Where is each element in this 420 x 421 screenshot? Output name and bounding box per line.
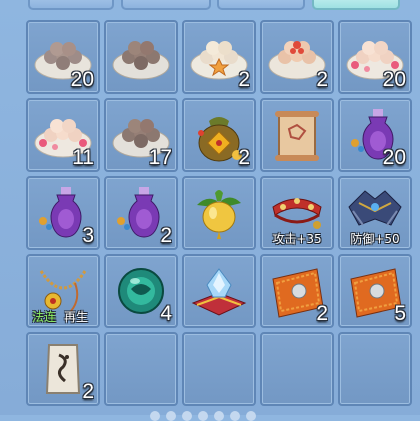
tab-4-active[interactable] bbox=[312, 0, 400, 10]
inventory-slot[interactable]: 20 bbox=[338, 20, 412, 94]
item-count: 20 bbox=[70, 68, 94, 91]
item-count: 2 bbox=[316, 68, 328, 91]
inventory-slot[interactable]: 20 bbox=[26, 20, 100, 94]
inventory-slot[interactable]: 3 bbox=[26, 176, 100, 250]
skill-tag-2: 再生 bbox=[64, 310, 89, 324]
item-count: 2 bbox=[160, 224, 172, 247]
golden-fruit-icon bbox=[197, 190, 241, 239]
inventory-slot[interactable]: 攻击+35 bbox=[260, 176, 334, 250]
page-dot[interactable] bbox=[166, 411, 176, 421]
item-count: 20 bbox=[382, 146, 406, 169]
crystal-cushion-icon bbox=[191, 268, 247, 316]
inventory-slot[interactable] bbox=[104, 20, 178, 94]
ancient-scroll-icon bbox=[275, 111, 319, 161]
item-count: 2 bbox=[82, 380, 94, 403]
inventory-slot[interactable]: 2 bbox=[26, 332, 100, 406]
item-count: 2 bbox=[238, 146, 250, 169]
inventory-slot[interactable] bbox=[182, 254, 256, 328]
inventory-slot[interactable]: 11 bbox=[26, 98, 100, 172]
inventory-slot[interactable]: 防御+50 bbox=[338, 176, 412, 250]
tab-2[interactable] bbox=[121, 0, 211, 10]
tab-3[interactable] bbox=[217, 0, 305, 10]
item-count: 2 bbox=[316, 302, 328, 325]
inventory-slot[interactable]: 4 bbox=[104, 254, 178, 328]
item-count: 4 bbox=[160, 302, 172, 325]
item-count: 2 bbox=[238, 68, 250, 91]
inventory-slot[interactable]: 2 bbox=[260, 254, 334, 328]
inventory-slot[interactable]: 2 bbox=[182, 98, 256, 172]
page-dot[interactable] bbox=[246, 411, 256, 421]
inventory-slot-empty[interactable] bbox=[260, 332, 334, 406]
inventory-slot[interactable]: 5 bbox=[338, 254, 412, 328]
page-dot[interactable] bbox=[182, 411, 192, 421]
inventory-slot[interactable]: 20 bbox=[338, 98, 412, 172]
inventory-slot[interactable] bbox=[182, 176, 256, 250]
inventory-slot[interactable]: 2 bbox=[104, 176, 178, 250]
category-tabs bbox=[0, 0, 420, 14]
item-count: 17 bbox=[148, 146, 172, 169]
page-dot[interactable] bbox=[150, 411, 160, 421]
inventory-slot[interactable]: 法连 再生 bbox=[26, 254, 100, 328]
defense-stat: 防御+50 bbox=[350, 232, 400, 246]
page-indicator bbox=[150, 411, 270, 421]
page-dot[interactable] bbox=[230, 411, 240, 421]
inventory-slot[interactable] bbox=[260, 98, 334, 172]
inventory-slot[interactable]: 2 bbox=[260, 20, 334, 94]
inventory-slot-empty[interactable] bbox=[182, 332, 256, 406]
item-count: 20 bbox=[382, 68, 406, 91]
skill-tag-1: 法连 bbox=[32, 310, 57, 324]
attack-stat: 攻击+35 bbox=[272, 232, 322, 246]
inventory-slot-empty[interactable] bbox=[104, 332, 178, 406]
inventory-slot-empty[interactable] bbox=[338, 332, 412, 406]
dark-dumplings-plate-icon bbox=[112, 41, 170, 80]
tab-1[interactable] bbox=[28, 0, 114, 10]
inventory-slot[interactable]: 17 bbox=[104, 98, 178, 172]
page-dot[interactable] bbox=[198, 411, 208, 421]
item-count: 5 bbox=[394, 302, 406, 325]
item-count: 3 bbox=[82, 224, 94, 247]
inventory-slot[interactable]: 2 bbox=[182, 20, 256, 94]
page-dot[interactable] bbox=[214, 411, 224, 421]
item-count: 11 bbox=[72, 146, 94, 169]
